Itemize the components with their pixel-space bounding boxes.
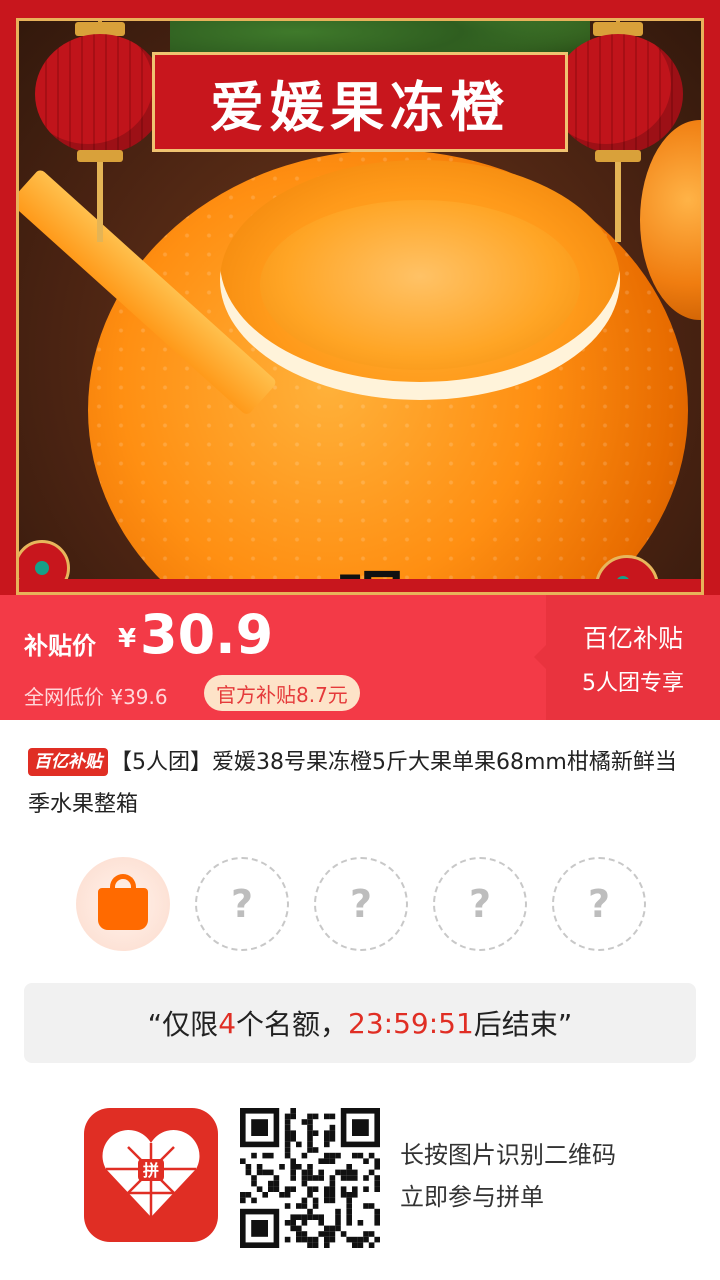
shopping-bag-icon	[98, 874, 148, 930]
group-slot-empty: ?	[433, 857, 527, 951]
group-member-slots: ? ? ? ?	[76, 857, 656, 953]
lantern-right-icon	[553, 0, 683, 242]
hero-bottom-text: 喝	[336, 548, 406, 595]
group-slot-empty: ?	[195, 857, 289, 951]
hero-title: 爱媛果冻橙	[210, 74, 510, 139]
qr-code-icon	[240, 1108, 380, 1248]
countdown-suffix: 后结束”	[473, 1008, 573, 1041]
group-slot-empty: ?	[552, 857, 646, 951]
logo-center-text: 拼	[143, 1161, 159, 1180]
countdown-middle: 个名额，	[236, 1008, 349, 1041]
market-low-price: 全网低价 ¥39.6	[24, 685, 168, 709]
price-info: 补贴价 ¥ 30.9 全网低价 ¥39.6 官方补贴8.7元	[0, 595, 546, 720]
footer-line-join: 立即参与拼单	[400, 1183, 544, 1211]
billion-subsidy-badge: 百亿补贴 5人团专享	[534, 595, 720, 720]
pinduoduo-logo-icon: 拼	[84, 1108, 218, 1242]
price-value: 30.9	[140, 603, 274, 666]
subsidy-price-label: 补贴价	[24, 632, 96, 660]
group-slot-filled	[76, 857, 170, 951]
plum-flower-left-icon	[14, 540, 70, 595]
product-title-text: 【5人团】爱媛38号果冻橙5斤大果单果68mm柑橘新鲜当季水果整箱	[28, 750, 677, 817]
currency-symbol: ¥	[118, 624, 137, 654]
group-exclusive-label: 5人团专享	[582, 670, 684, 696]
billion-subsidy-title: 百亿补贴	[582, 623, 683, 653]
countdown-timer: 23:59:51	[348, 1006, 474, 1040]
hero-title-banner: 爱媛果冻橙	[152, 52, 568, 152]
countdown-prefix: “仅限	[147, 1008, 219, 1041]
price-bar: 补贴价 ¥ 30.9 全网低价 ¥39.6 官方补贴8.7元 百亿补贴 5人团专…	[0, 595, 720, 720]
group-slot-empty: ?	[314, 857, 408, 951]
lantern-left-icon	[35, 0, 165, 242]
footer-instructions: 长按图片识别二维码 立即参与拼单	[400, 1134, 616, 1218]
billion-subsidy-tag: 百亿补贴	[28, 748, 108, 776]
footer-line-scan: 长按图片识别二维码	[400, 1141, 616, 1169]
official-subsidy-badge: 官方补贴8.7元	[204, 675, 360, 711]
orange-jelly	[260, 200, 580, 370]
product-title: 百亿补贴 【5人团】爱媛38号果冻橙5斤大果单果68mm柑橘新鲜当季水果整箱	[28, 742, 694, 826]
remaining-slots-count: 4	[218, 1006, 237, 1040]
countdown-box: “仅限 4 个名额， 23:59:51 后结束”	[24, 983, 696, 1063]
product-hero-image: 爱媛果冻橙 喝	[0, 0, 720, 595]
